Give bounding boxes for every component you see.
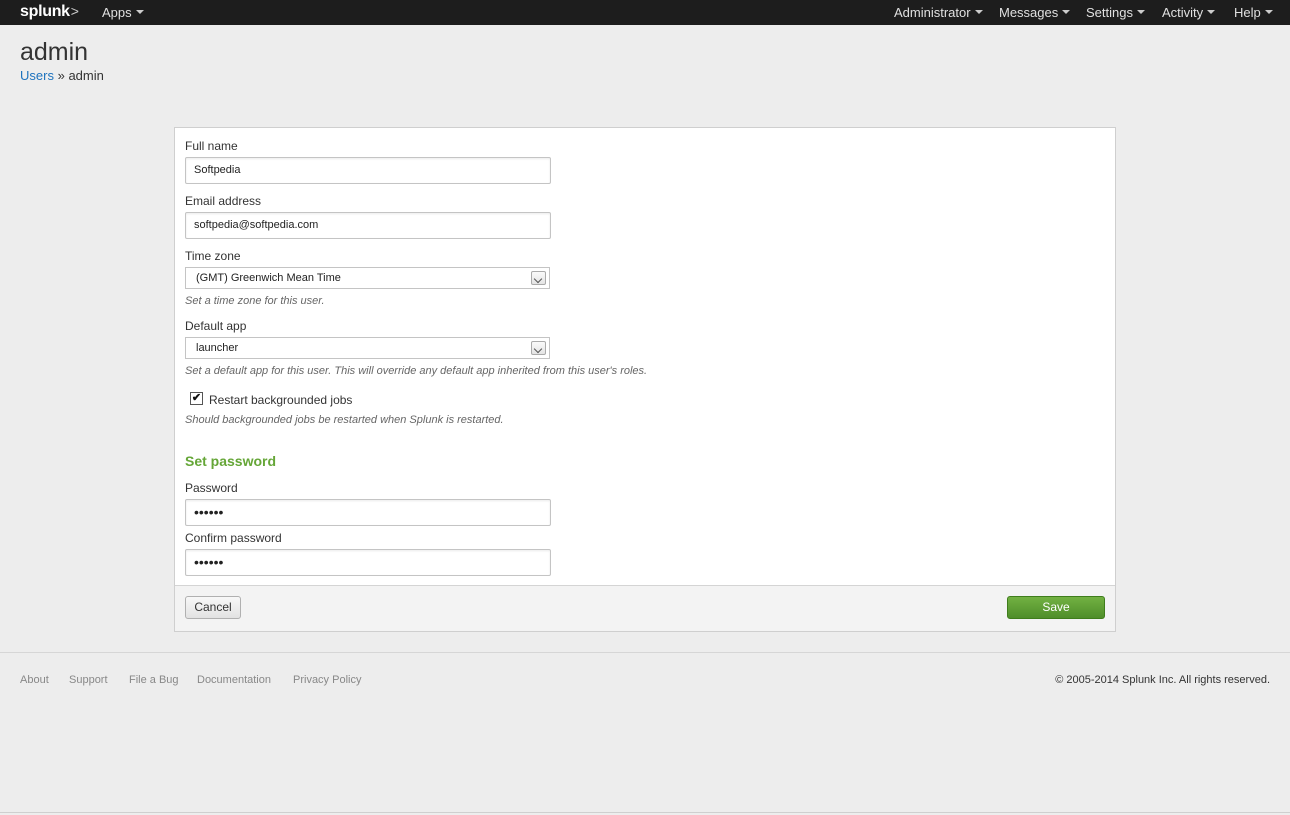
timezone-help: Set a time zone for this user. bbox=[185, 295, 325, 307]
dropdown-arrow-icon bbox=[531, 341, 546, 355]
full-name-label: Full name bbox=[185, 139, 238, 153]
password-label: Password bbox=[185, 481, 238, 495]
nav-administrator-label: Administrator bbox=[894, 5, 971, 20]
footer-link-about[interactable]: About bbox=[20, 674, 49, 686]
caret-down-icon bbox=[1264, 9, 1273, 14]
default-app-select[interactable]: launcher bbox=[185, 337, 550, 359]
user-edit-form: Full name Softpedia Email address softpe… bbox=[174, 127, 1116, 632]
email-label: Email address bbox=[185, 194, 262, 208]
form-actions-bar: Cancel Save bbox=[175, 585, 1115, 631]
full-name-input[interactable]: Softpedia bbox=[185, 157, 551, 184]
page-title: admin bbox=[20, 38, 89, 66]
restart-jobs-checkbox[interactable]: ✔ bbox=[190, 392, 203, 405]
caret-down-icon bbox=[974, 9, 983, 14]
logo-chevron-icon: > bbox=[70, 3, 79, 19]
bottom-divider bbox=[0, 812, 1290, 813]
timezone-value: (GMT) Greenwich Mean Time bbox=[196, 272, 341, 284]
nav-messages-label: Messages bbox=[999, 5, 1059, 20]
breadcrumb-separator: » bbox=[57, 68, 65, 83]
caret-down-icon bbox=[1062, 9, 1071, 14]
nav-settings-label: Settings bbox=[1086, 5, 1133, 20]
default-app-label: Default app bbox=[185, 319, 247, 333]
splunk-logo[interactable]: splunk> bbox=[20, 3, 79, 21]
password-input[interactable]: •••••• bbox=[185, 499, 551, 526]
nav-activity-label: Activity bbox=[1162, 5, 1204, 20]
nav-settings-menu[interactable]: Settings bbox=[1086, 5, 1145, 20]
nav-help-label: Help bbox=[1234, 5, 1261, 20]
default-app-help: Set a default app for this user. This wi… bbox=[185, 365, 648, 377]
copyright-text: © 2005-2014 Splunk Inc. All rights reser… bbox=[1055, 674, 1270, 686]
cancel-button[interactable]: Cancel bbox=[185, 596, 241, 619]
caret-down-icon bbox=[1136, 9, 1145, 14]
email-input[interactable]: softpedia@softpedia.com bbox=[185, 212, 551, 239]
nav-activity-menu[interactable]: Activity bbox=[1162, 5, 1216, 20]
breadcrumb-current: admin bbox=[68, 68, 104, 83]
nav-apps-label: Apps bbox=[102, 5, 132, 20]
logo-text: splunk bbox=[20, 3, 70, 20]
timezone-label: Time zone bbox=[185, 249, 241, 263]
nav-administrator-menu[interactable]: Administrator bbox=[894, 5, 983, 20]
confirm-password-input[interactable]: •••••• bbox=[185, 549, 551, 576]
timezone-select[interactable]: (GMT) Greenwich Mean Time bbox=[185, 267, 550, 289]
footer-link-support[interactable]: Support bbox=[69, 674, 108, 686]
footer-link-file-a-bug[interactable]: File a Bug bbox=[129, 674, 179, 686]
caret-down-icon bbox=[135, 9, 144, 14]
breadcrumb: Users » admin bbox=[20, 68, 104, 83]
restart-jobs-label: Restart backgrounded jobs bbox=[209, 393, 353, 407]
restart-jobs-help: Should backgrounded jobs be restarted wh… bbox=[185, 414, 504, 426]
nav-help-menu[interactable]: Help bbox=[1234, 5, 1273, 20]
default-app-value: launcher bbox=[196, 342, 239, 354]
footer-divider bbox=[0, 652, 1290, 653]
top-navigation-bar: splunk> Apps Administrator Messages Sett… bbox=[0, 0, 1290, 25]
set-password-heading: Set password bbox=[185, 453, 277, 469]
nav-apps-menu[interactable]: Apps bbox=[102, 5, 144, 20]
footer-link-documentation[interactable]: Documentation bbox=[197, 674, 271, 686]
footer-link-privacy-policy[interactable]: Privacy Policy bbox=[293, 674, 361, 686]
dropdown-arrow-icon bbox=[531, 271, 546, 285]
confirm-password-label: Confirm password bbox=[185, 531, 282, 545]
save-button[interactable]: Save bbox=[1007, 596, 1105, 619]
breadcrumb-users-link[interactable]: Users bbox=[20, 68, 54, 83]
nav-messages-menu[interactable]: Messages bbox=[999, 5, 1071, 20]
caret-down-icon bbox=[1207, 9, 1216, 14]
